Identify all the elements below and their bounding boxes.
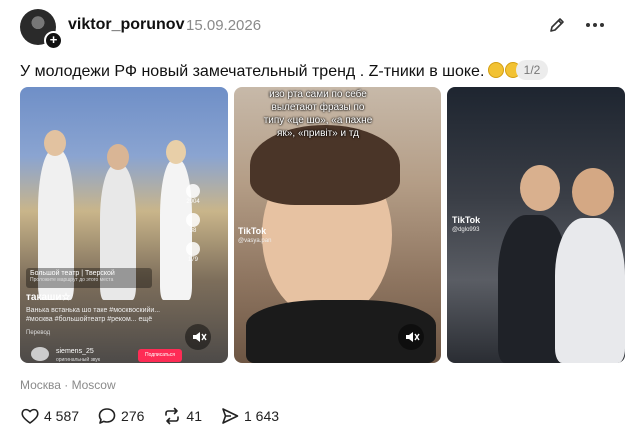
repost-icon	[165, 407, 180, 425]
more-options-icon[interactable]	[584, 18, 606, 32]
video-location-sub: Проложите маршрут до этого места	[30, 277, 114, 283]
comment-icon	[98, 408, 116, 424]
video-figure-head	[44, 130, 66, 156]
video-figure-head	[520, 165, 560, 211]
video-account-avatar	[31, 347, 49, 361]
like-count: 4 587	[44, 408, 80, 424]
follow-plus-icon[interactable]: +	[44, 31, 63, 50]
tiktok-watermark: TikTok	[238, 226, 267, 236]
video-figure-head	[166, 140, 186, 164]
tiktok-handle: @dglo993	[452, 227, 480, 233]
repost-count: 41	[186, 408, 202, 424]
post-actions: 4 587 276 41 1 643	[20, 406, 297, 426]
heart-icon[interactable]	[186, 184, 200, 198]
video-comment-count: 38	[189, 228, 197, 234]
video-side-actions: 2004 38 179	[183, 184, 203, 271]
video-location-chip[interactable]: Большой театр | Тверской Проложите маршр…	[26, 268, 152, 288]
views-count: 1 643	[243, 408, 280, 424]
subscribe-button[interactable]: Подписаться	[138, 349, 182, 362]
media-page-counter: 1/2	[516, 60, 548, 80]
video-caption: Ванька встанька шо таке #москвоскийи... …	[26, 307, 161, 323]
comment-count: 276	[121, 408, 145, 424]
post-text-body: У молодежи РФ новый замечательный тренд …	[20, 63, 485, 80]
views-action: 1 643	[220, 406, 279, 426]
like-action[interactable]: 4 587	[20, 406, 79, 426]
bookmark-icon[interactable]	[186, 242, 200, 256]
post-text: У молодежи РФ новый замечательный тренд …	[20, 62, 539, 81]
tiktok-watermark: TikTok	[452, 215, 481, 225]
repost-action[interactable]: 41	[162, 406, 202, 426]
video-overlay-caption: изо рта сами по себе вылетают фразы по т…	[263, 89, 373, 139]
video-figure-head	[107, 144, 129, 170]
post-location[interactable]: Москва · Moscow	[20, 378, 116, 392]
translate-link[interactable]: Перевод	[26, 330, 50, 336]
video-username: такаши☆	[26, 292, 71, 303]
mute-icon[interactable]	[185, 324, 211, 350]
comment-action[interactable]: 276	[97, 406, 144, 426]
send-icon	[222, 408, 239, 424]
heart-icon	[21, 408, 39, 424]
video-account-name: siemens_25	[56, 348, 94, 355]
tiktok-handle: @vasya.pan	[238, 238, 272, 244]
author-username[interactable]: viktor_porunov	[68, 16, 184, 34]
video-account-sub: оригинальный звук	[56, 357, 101, 363]
edit-pencil-icon[interactable]	[548, 16, 566, 34]
video-location-name: Большой театр | Тверской	[30, 270, 115, 277]
video-save-count: 179	[187, 257, 198, 263]
comment-icon[interactable]	[186, 213, 200, 227]
video-like-count: 2004	[186, 199, 200, 205]
mute-icon[interactable]	[398, 324, 424, 350]
video-figure-head	[572, 168, 614, 216]
post-date: 15.09.2026	[186, 17, 262, 34]
video-figure	[555, 218, 625, 363]
